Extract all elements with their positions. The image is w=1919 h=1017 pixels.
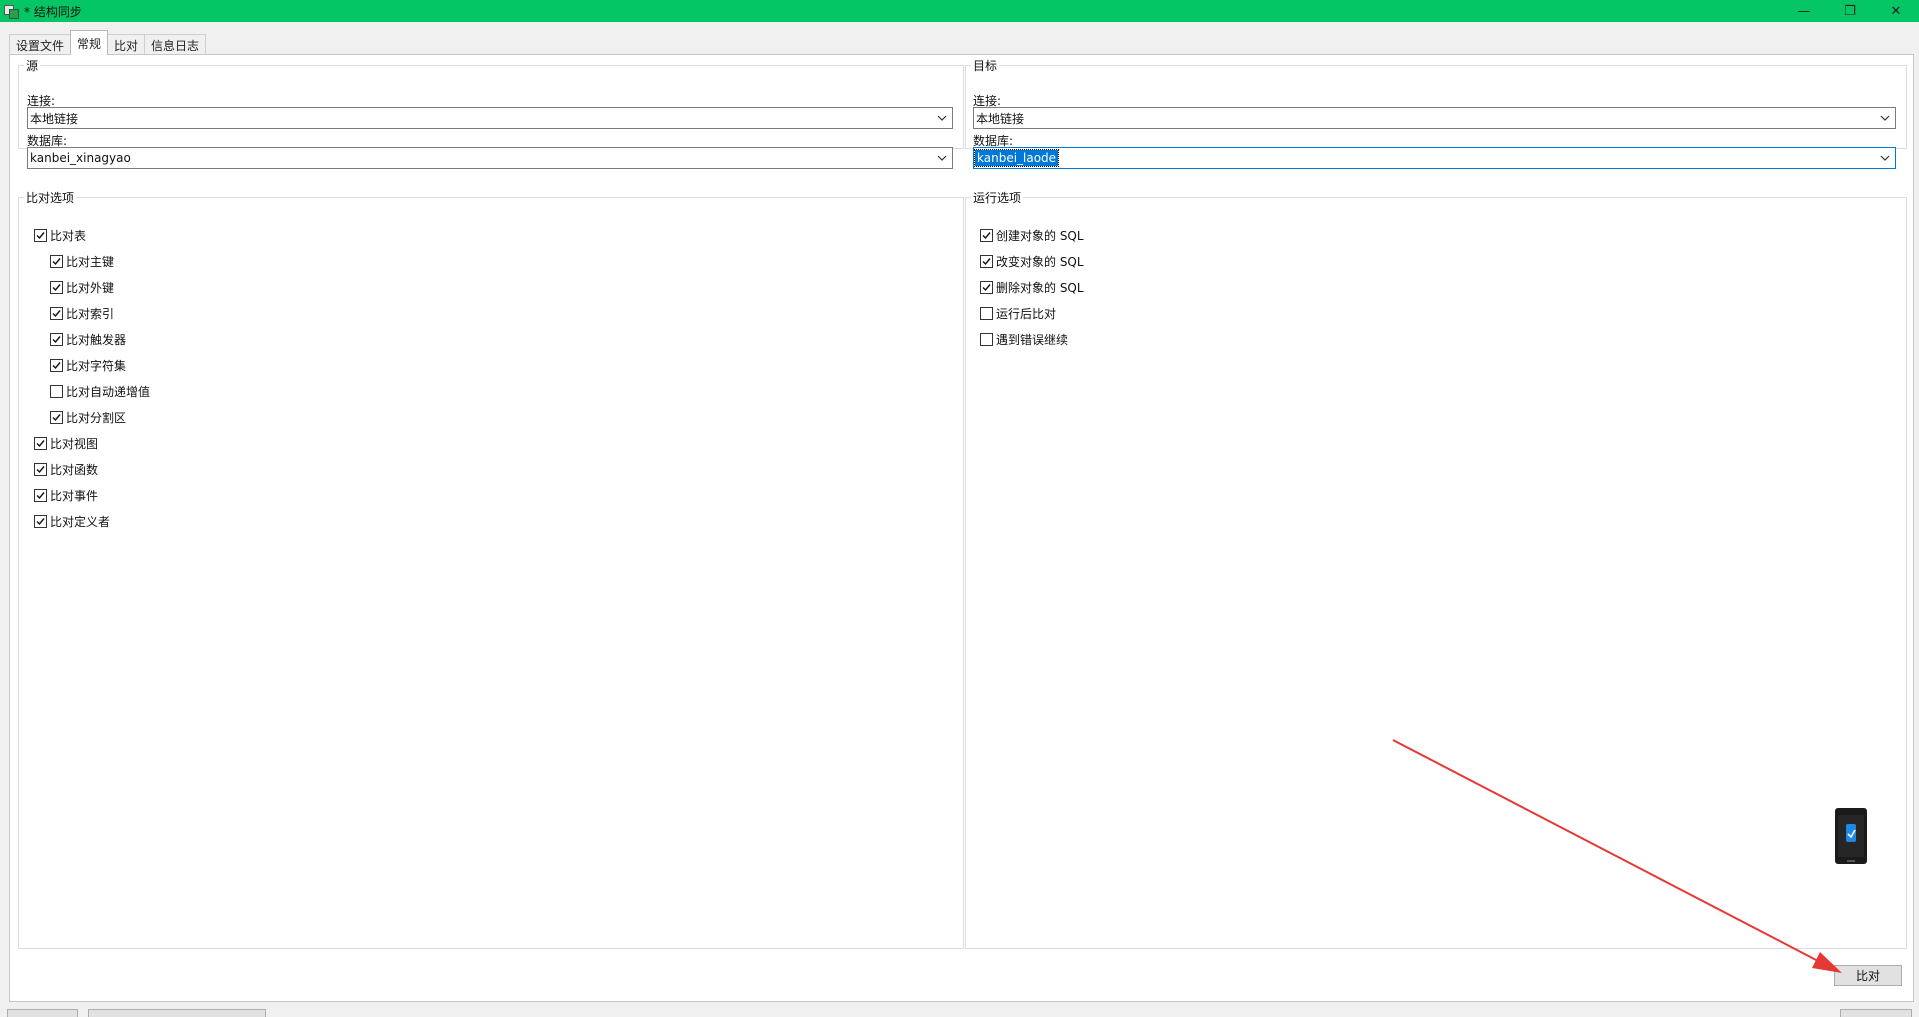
source-database-select[interactable]: kanbei_xinagyao [27, 147, 953, 169]
run-option-checkbox-3[interactable]: 运行后比对 [980, 305, 1056, 321]
compare-option-label-8: 比对视图 [50, 436, 99, 451]
compare-options-group: 比对选项 [18, 189, 964, 949]
checkbox-checked-icon [50, 306, 63, 320]
run-option-checkbox-4[interactable]: 遇到错误继续 [980, 331, 1068, 347]
checkbox-checked-icon [34, 462, 47, 476]
tab-profile[interactable]: 设置文件 [9, 34, 72, 55]
checkbox-checked-icon [50, 254, 63, 268]
checkbox-checked-icon [980, 254, 993, 268]
run-option-checkbox-0[interactable]: 创建对象的 SQL [980, 227, 1084, 243]
compare-option-label-6: 比对自动递增值 [66, 384, 151, 399]
target-connection-value: 本地链接 [976, 111, 1025, 126]
compare-option-label-10: 比对事件 [50, 488, 99, 503]
run-option-checkbox-2[interactable]: 删除对象的 SQL [980, 279, 1084, 295]
compare-option-label-5: 比对字符集 [66, 358, 127, 373]
compare-options-legend: 比对选项 [26, 191, 75, 205]
compare-option-label-3: 比对索引 [66, 306, 115, 321]
run-options-group: 运行选项 [965, 189, 1907, 949]
compare-option-checkbox-2[interactable]: 比对外键 [50, 279, 114, 295]
target-legend: 目标 [973, 59, 998, 73]
chevron-down-icon [1880, 115, 1890, 121]
app-icon [4, 4, 19, 19]
source-legend: 源 [26, 59, 39, 73]
compare-button[interactable]: 比对 [1834, 965, 1902, 986]
checkbox-checked-icon [50, 410, 63, 424]
checkbox-checked-icon [34, 436, 47, 450]
compare-option-checkbox-6[interactable]: 比对自动递增值 [50, 383, 150, 399]
compare-option-checkbox-9[interactable]: 比对函数 [34, 461, 98, 477]
compare-option-checkbox-1[interactable]: 比对主键 [50, 253, 114, 269]
checkbox-checked-icon [34, 514, 47, 528]
run-option-label-4: 遇到错误继续 [996, 332, 1069, 347]
tab-compare[interactable]: 比对 [107, 34, 146, 55]
checkbox-checked-icon [34, 228, 47, 242]
compare-option-checkbox-4[interactable]: 比对触发器 [50, 331, 126, 347]
target-database-select[interactable]: kanbei_laode [973, 147, 1896, 169]
tab-general[interactable]: 常规 [70, 30, 109, 55]
checkbox-unchecked-icon [980, 306, 993, 320]
bottom-left-button[interactable] [7, 1009, 78, 1017]
run-options-legend: 运行选项 [973, 191, 1022, 205]
tab-message-log[interactable]: 信息日志 [144, 34, 207, 55]
bottom-button-bar [0, 1009, 1919, 1017]
target-database-value: kanbei_laode [973, 149, 1060, 167]
source-group: 源 [18, 57, 964, 149]
close-button[interactable]: ✕ [1873, 0, 1919, 22]
restore-button[interactable]: ❐ [1827, 0, 1873, 22]
run-option-label-1: 改变对象的 SQL [996, 254, 1084, 269]
checkbox-unchecked-icon [980, 332, 993, 346]
checkbox-checked-icon [34, 488, 47, 502]
compare-option-label-11: 比对定义者 [50, 514, 111, 529]
compare-option-label-0: 比对表 [50, 228, 87, 243]
compare-option-label-7: 比对分割区 [66, 410, 127, 425]
run-option-label-2: 删除对象的 SQL [996, 280, 1084, 295]
compare-option-checkbox-0[interactable]: 比对表 [34, 227, 86, 243]
checkbox-checked-icon [980, 228, 993, 242]
target-group: 目标 [965, 57, 1907, 149]
compare-option-checkbox-5[interactable]: 比对字符集 [50, 357, 126, 373]
compare-option-checkbox-10[interactable]: 比对事件 [34, 487, 98, 503]
tab-page-general: 源 连接: 本地链接 数据库: kanbei_xinagyao 目标 连接: 本… [9, 54, 1914, 1002]
checkbox-checked-icon [50, 280, 63, 294]
checkbox-checked-icon [50, 358, 63, 372]
checkbox-checked-icon [980, 280, 993, 294]
compare-option-checkbox-3[interactable]: 比对索引 [50, 305, 114, 321]
compare-option-label-4: 比对触发器 [66, 332, 127, 347]
target-connection-select[interactable]: 本地链接 [973, 107, 1896, 129]
chevron-down-icon [937, 155, 947, 161]
checkbox-checked-icon [50, 332, 63, 346]
compare-option-checkbox-11[interactable]: 比对定义者 [34, 513, 110, 529]
compare-option-checkbox-8[interactable]: 比对视图 [34, 435, 98, 451]
run-option-checkbox-1[interactable]: 改变对象的 SQL [980, 253, 1084, 269]
tab-strip: 设置文件 常规 比对 信息日志 [9, 30, 207, 55]
compare-option-label-9: 比对函数 [50, 462, 99, 477]
chevron-down-icon [937, 115, 947, 121]
window-title: * 结构同步 [24, 4, 82, 19]
run-option-label-0: 创建对象的 SQL [996, 228, 1084, 243]
source-connection-select[interactable]: 本地链接 [27, 107, 953, 129]
minimize-button[interactable]: — [1781, 0, 1827, 22]
run-option-label-3: 运行后比对 [996, 306, 1057, 321]
bottom-middle-button[interactable] [88, 1009, 266, 1017]
compare-option-label-1: 比对主键 [66, 254, 115, 269]
source-connection-value: 本地链接 [30, 111, 79, 126]
compare-option-checkbox-7[interactable]: 比对分割区 [50, 409, 126, 425]
phone-icon[interactable] [1833, 807, 1869, 867]
checkbox-unchecked-icon [50, 384, 63, 398]
compare-option-label-2: 比对外键 [66, 280, 115, 295]
title-bar: * 结构同步 — ❐ ✕ [0, 0, 1919, 22]
chevron-down-icon [1880, 155, 1890, 161]
bottom-right-button[interactable] [1840, 1009, 1912, 1017]
source-database-value: kanbei_xinagyao [30, 151, 131, 165]
